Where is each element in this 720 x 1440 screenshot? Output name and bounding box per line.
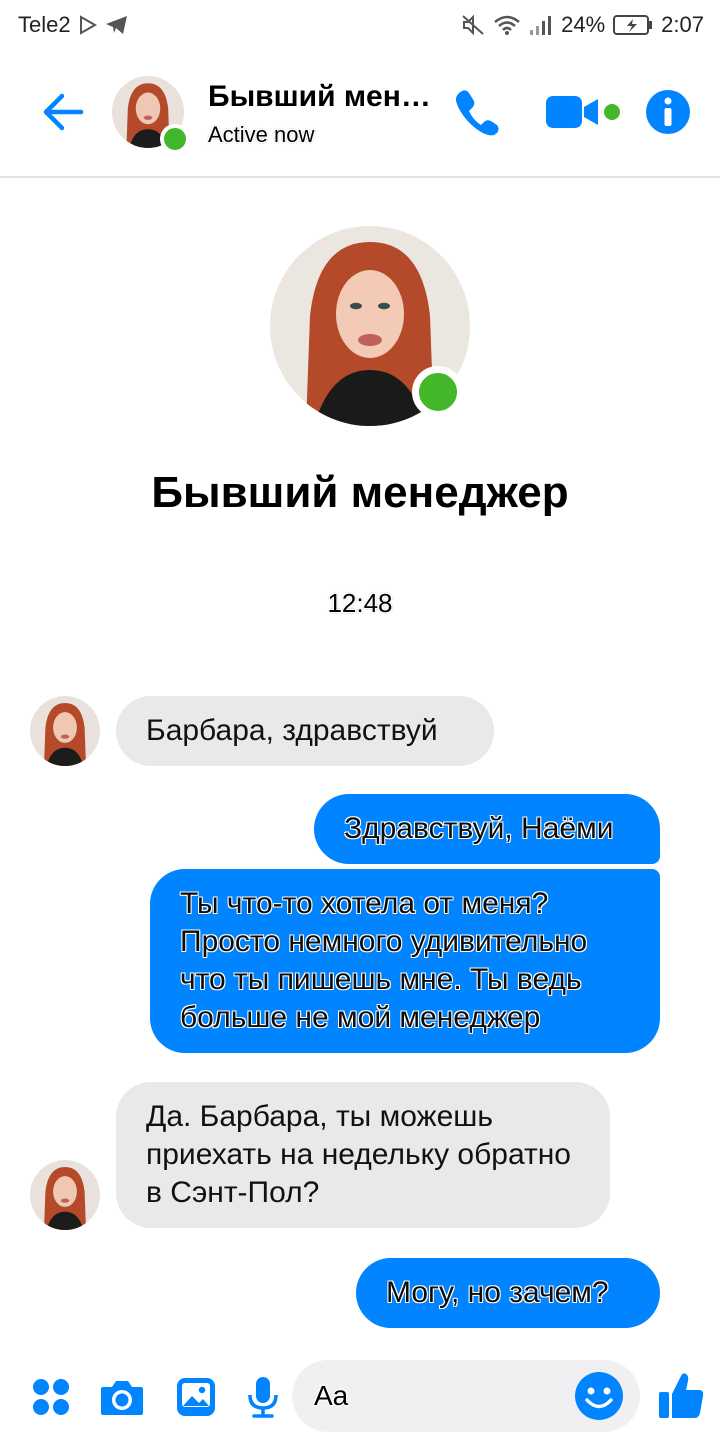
emoji-button[interactable] (574, 1371, 624, 1421)
message-text: Ты что-то хотела от меня? Просто немного… (180, 887, 588, 1034)
message-bubble-outgoing[interactable]: Здравствуй, Наёми (314, 794, 660, 864)
voice-call-button[interactable] (448, 84, 504, 140)
profile-name: Бывший менеджер (151, 468, 569, 517)
clock: 2:07 (661, 12, 704, 37)
camera-icon (101, 1381, 143, 1415)
battery-charging-icon (613, 14, 653, 36)
gallery-icon (177, 1378, 215, 1416)
status-bar: Tele2 24% 2:07 (0, 0, 720, 50)
video-camera-icon (546, 96, 620, 128)
camera-button[interactable] (97, 1372, 147, 1422)
info-icon (646, 90, 690, 134)
composer-bar (0, 1352, 720, 1440)
message-bubble-incoming[interactable]: Да. Барбара, ты можешь приехать на недел… (116, 1082, 610, 1228)
message-bubble-incoming[interactable]: Барбара, здравствуй (116, 696, 494, 766)
message-text: Здравствуй, Наёми (344, 812, 614, 845)
message-text: Да. Барбара, ты можешь приехать на недел… (146, 1100, 571, 1209)
message-composer (292, 1360, 640, 1432)
like-button[interactable] (656, 1368, 706, 1422)
active-status: Active now (208, 122, 315, 147)
menu-dots-icon (33, 1379, 69, 1415)
sender-avatar[interactable] (30, 1160, 100, 1230)
sender-avatar[interactable] (30, 696, 100, 766)
message-text: Барбара, здравствуй (146, 714, 438, 747)
message-input[interactable] (314, 1360, 564, 1432)
voice-message-button[interactable] (238, 1372, 288, 1422)
mute-icon (461, 14, 485, 36)
header-avatar[interactable] (112, 76, 190, 154)
signal-icon (529, 14, 553, 36)
video-call-button[interactable] (544, 84, 624, 140)
online-indicator-large (412, 366, 464, 418)
message-text: Могу, но зачем? (386, 1276, 609, 1309)
thumbs-up-icon (659, 1373, 704, 1418)
message-bubble-outgoing[interactable]: Могу, но зачем? (356, 1258, 660, 1328)
chat-header: Бывший менеджер Active now (0, 50, 720, 178)
contact-name[interactable]: Бывший менеджер (208, 80, 433, 114)
phone-icon (455, 90, 499, 136)
wifi-icon (493, 14, 521, 36)
message-bubble-outgoing[interactable]: Ты что-то хотела от меня? Просто немного… (150, 869, 660, 1053)
online-indicator (160, 124, 190, 154)
profile-avatar[interactable] (270, 226, 470, 426)
battery-percent: 24% (561, 12, 606, 37)
conversation-timestamp: 12:48 (327, 588, 393, 618)
telegram-icon (105, 15, 129, 35)
gallery-button[interactable] (171, 1372, 221, 1422)
emoji-icon (575, 1372, 623, 1420)
microphone-icon (248, 1377, 278, 1418)
back-arrow-icon (43, 93, 84, 131)
carrier-label: Tele2 (18, 12, 71, 37)
info-button[interactable] (644, 84, 692, 140)
back-button[interactable] (38, 88, 86, 136)
more-actions-button[interactable] (26, 1372, 76, 1422)
play-store-icon (79, 15, 97, 35)
